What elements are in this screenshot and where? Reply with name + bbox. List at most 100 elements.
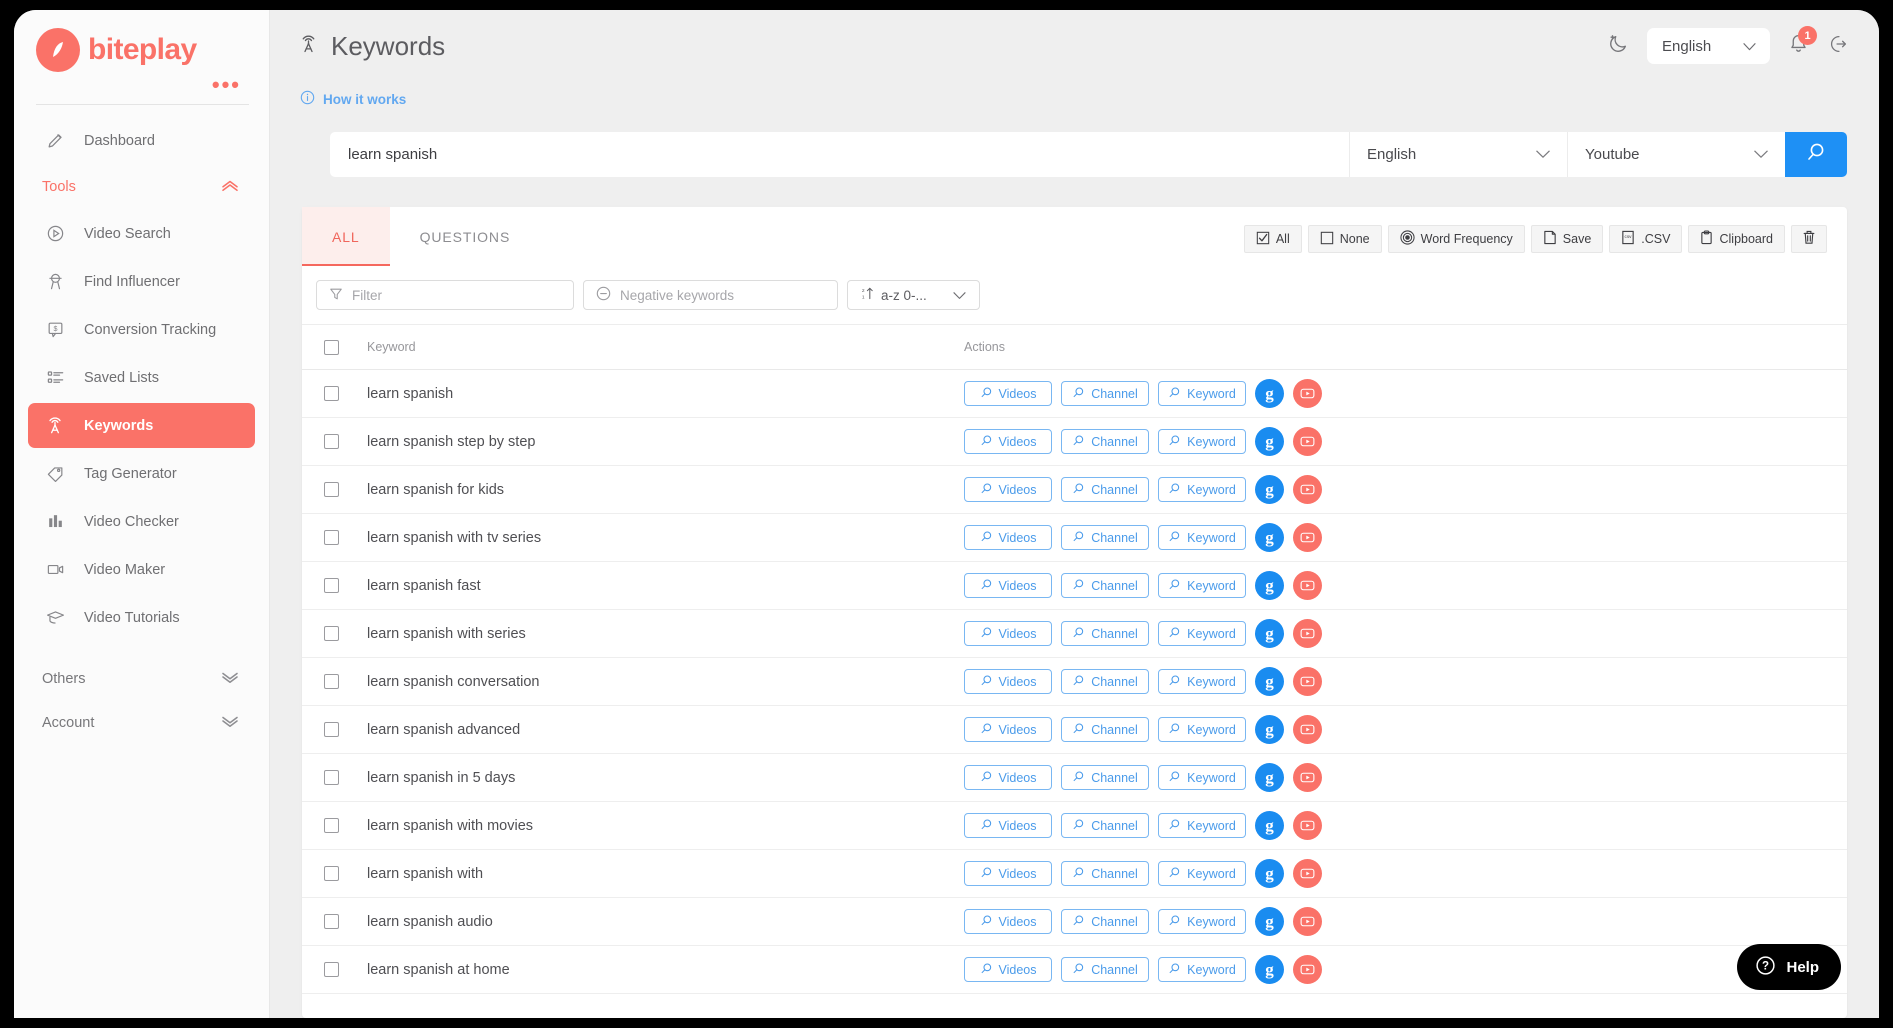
negative-keywords-input[interactable] bbox=[620, 288, 825, 303]
google-search-button[interactable]: g bbox=[1255, 427, 1284, 456]
row-action-videos-button[interactable]: Videos bbox=[964, 909, 1052, 934]
youtube-search-button[interactable] bbox=[1293, 811, 1322, 840]
row-action-keyword-button[interactable]: Keyword bbox=[1158, 765, 1246, 790]
google-search-button[interactable]: g bbox=[1255, 379, 1284, 408]
youtube-search-button[interactable] bbox=[1293, 907, 1322, 936]
row-action-videos-button[interactable]: Videos bbox=[964, 813, 1052, 838]
row-action-videos-button[interactable]: Videos bbox=[964, 429, 1052, 454]
google-search-button[interactable]: g bbox=[1255, 523, 1284, 552]
youtube-search-button[interactable] bbox=[1293, 763, 1322, 792]
how-it-works-link[interactable]: How it works bbox=[270, 82, 1879, 108]
sidebar-item-find-influencer[interactable]: Find Influencer bbox=[28, 259, 255, 304]
row-action-videos-button[interactable]: Videos bbox=[964, 573, 1052, 598]
sidebar-item-video-checker[interactable]: Video Checker bbox=[28, 499, 255, 544]
row-action-channel-button[interactable]: Channel bbox=[1061, 861, 1149, 886]
sort-selector[interactable]: 2 1 a-z 0-... bbox=[847, 280, 980, 310]
sidebar-item-video-tutorials[interactable]: Video Tutorials bbox=[28, 595, 255, 640]
select-none-button[interactable]: None bbox=[1308, 225, 1382, 253]
sidebar-item-video-search[interactable]: Video Search bbox=[28, 211, 255, 256]
row-action-channel-button[interactable]: Channel bbox=[1061, 765, 1149, 790]
search-input[interactable] bbox=[330, 132, 1349, 177]
row-action-channel-button[interactable]: Channel bbox=[1061, 717, 1149, 742]
brand-logo[interactable]: biteplay bbox=[36, 28, 249, 72]
logout-icon[interactable] bbox=[1827, 33, 1849, 60]
row-action-keyword-button[interactable]: Keyword bbox=[1158, 861, 1246, 886]
row-checkbox[interactable] bbox=[324, 626, 339, 641]
row-action-keyword-button[interactable]: Keyword bbox=[1158, 477, 1246, 502]
row-checkbox[interactable] bbox=[324, 866, 339, 881]
row-action-keyword-button[interactable]: Keyword bbox=[1158, 381, 1246, 406]
sidebar-section-account[interactable]: Account bbox=[30, 702, 247, 744]
youtube-search-button[interactable] bbox=[1293, 523, 1322, 552]
notifications-button[interactable]: 1 bbox=[1788, 33, 1809, 59]
save-button[interactable]: Save bbox=[1531, 225, 1604, 253]
google-search-button[interactable]: g bbox=[1255, 571, 1284, 600]
youtube-search-button[interactable] bbox=[1293, 571, 1322, 600]
google-search-button[interactable]: g bbox=[1255, 811, 1284, 840]
row-action-channel-button[interactable]: Channel bbox=[1061, 381, 1149, 406]
youtube-search-button[interactable] bbox=[1293, 619, 1322, 648]
youtube-search-button[interactable] bbox=[1293, 379, 1322, 408]
filter-field[interactable] bbox=[316, 280, 574, 310]
google-search-button[interactable]: g bbox=[1255, 667, 1284, 696]
negative-keywords-field[interactable] bbox=[583, 280, 838, 310]
google-search-button[interactable]: g bbox=[1255, 619, 1284, 648]
row-action-channel-button[interactable]: Channel bbox=[1061, 429, 1149, 454]
clipboard-button[interactable]: Clipboard bbox=[1688, 225, 1785, 253]
row-action-channel-button[interactable]: Channel bbox=[1061, 573, 1149, 598]
row-checkbox[interactable] bbox=[324, 674, 339, 689]
row-action-keyword-button[interactable]: Keyword bbox=[1158, 429, 1246, 454]
row-checkbox[interactable] bbox=[324, 386, 339, 401]
row-action-videos-button[interactable]: Videos bbox=[964, 861, 1052, 886]
row-action-channel-button[interactable]: Channel bbox=[1061, 621, 1149, 646]
row-action-videos-button[interactable]: Videos bbox=[964, 717, 1052, 742]
row-action-videos-button[interactable]: Videos bbox=[964, 765, 1052, 790]
sidebar-item-keywords[interactable]: Keywords bbox=[28, 403, 255, 448]
row-checkbox[interactable] bbox=[324, 434, 339, 449]
row-checkbox[interactable] bbox=[324, 770, 339, 785]
row-action-keyword-button[interactable]: Keyword bbox=[1158, 573, 1246, 598]
row-action-videos-button[interactable]: Videos bbox=[964, 477, 1052, 502]
row-action-keyword-button[interactable]: Keyword bbox=[1158, 525, 1246, 550]
google-search-button[interactable]: g bbox=[1255, 763, 1284, 792]
row-action-channel-button[interactable]: Channel bbox=[1061, 957, 1149, 982]
row-action-keyword-button[interactable]: Keyword bbox=[1158, 957, 1246, 982]
select-all-checkbox[interactable] bbox=[324, 340, 339, 355]
youtube-search-button[interactable] bbox=[1293, 667, 1322, 696]
word-frequency-button[interactable]: Word Frequency bbox=[1388, 225, 1525, 253]
row-action-videos-button[interactable]: Videos bbox=[964, 381, 1052, 406]
delete-button[interactable] bbox=[1791, 225, 1827, 253]
sidebar-item-conversion-tracking[interactable]: $ Conversion Tracking bbox=[28, 307, 255, 352]
row-action-channel-button[interactable]: Channel bbox=[1061, 525, 1149, 550]
sidebar-section-tools[interactable]: Tools bbox=[30, 166, 247, 208]
row-action-videos-button[interactable]: Videos bbox=[964, 621, 1052, 646]
tab-questions[interactable]: QUESTIONS bbox=[390, 207, 541, 266]
row-action-videos-button[interactable]: Videos bbox=[964, 669, 1052, 694]
sidebar-more-icon[interactable]: ••• bbox=[36, 72, 249, 90]
sidebar-item-video-maker[interactable]: Video Maker bbox=[28, 547, 255, 592]
filter-input[interactable] bbox=[352, 288, 561, 303]
row-action-keyword-button[interactable]: Keyword bbox=[1158, 717, 1246, 742]
row-action-keyword-button[interactable]: Keyword bbox=[1158, 909, 1246, 934]
row-action-channel-button[interactable]: Channel bbox=[1061, 909, 1149, 934]
sidebar-item-tag-generator[interactable]: Tag Generator bbox=[28, 451, 255, 496]
google-search-button[interactable]: g bbox=[1255, 715, 1284, 744]
csv-export-button[interactable]: csv .CSV bbox=[1609, 225, 1682, 253]
search-submit-button[interactable] bbox=[1785, 132, 1847, 177]
youtube-search-button[interactable] bbox=[1293, 475, 1322, 504]
moon-icon[interactable] bbox=[1607, 33, 1629, 60]
google-search-button[interactable]: g bbox=[1255, 859, 1284, 888]
sidebar-item-saved-lists[interactable]: Saved Lists bbox=[28, 355, 255, 400]
google-search-button[interactable]: g bbox=[1255, 907, 1284, 936]
sidebar-section-others[interactable]: Others bbox=[30, 658, 247, 700]
row-action-channel-button[interactable]: Channel bbox=[1061, 477, 1149, 502]
row-checkbox[interactable] bbox=[324, 962, 339, 977]
row-action-channel-button[interactable]: Channel bbox=[1061, 813, 1149, 838]
row-checkbox[interactable] bbox=[324, 530, 339, 545]
row-action-keyword-button[interactable]: Keyword bbox=[1158, 813, 1246, 838]
google-search-button[interactable]: g bbox=[1255, 955, 1284, 984]
row-action-keyword-button[interactable]: Keyword bbox=[1158, 669, 1246, 694]
row-checkbox[interactable] bbox=[324, 914, 339, 929]
search-language-select[interactable]: English bbox=[1349, 132, 1567, 177]
help-widget[interactable]: ? Help bbox=[1737, 944, 1841, 990]
